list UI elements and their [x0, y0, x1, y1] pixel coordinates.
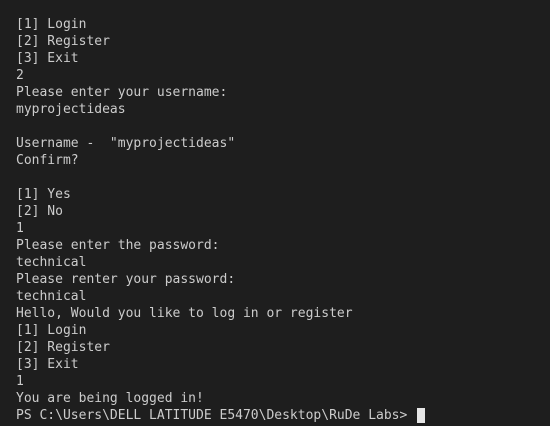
menu-option-login: [1] Login: [16, 17, 87, 32]
menu-option-register: [2] Register: [16, 340, 110, 355]
password-reenter-prompt: Please renter your password:: [16, 272, 236, 287]
shell-prompt-line[interactable]: PS C:\Users\DELL LATITUDE E5470\Desktop\…: [16, 407, 550, 424]
password-prompt: Please enter the password:: [16, 238, 220, 253]
user-input-choice: 1: [16, 221, 24, 236]
user-input-choice: 2: [16, 68, 24, 83]
username-input: myprojectideas: [16, 102, 126, 117]
text-cursor: [417, 408, 426, 423]
confirm-prompt: Confirm?: [16, 153, 79, 168]
terminal-panel[interactable]: [1] Login [2] Register [3] Exit 2 Please…: [0, 0, 550, 426]
user-input-choice: 1: [16, 374, 24, 389]
password-input: technical: [16, 255, 87, 270]
menu-option-exit: [3] Exit: [16, 51, 79, 66]
username-summary: Username - "myprojectideas": [16, 136, 236, 151]
menu-option-yes: [1] Yes: [16, 187, 71, 202]
menu-option-login: [1] Login: [16, 323, 87, 338]
menu-option-exit: [3] Exit: [16, 357, 79, 372]
login-status-message: You are being logged in!: [16, 391, 204, 406]
shell-prompt: PS C:\Users\DELL LATITUDE E5470\Desktop\…: [16, 408, 416, 423]
menu-option-register: [2] Register: [16, 34, 110, 49]
password-reenter-input: technical: [16, 289, 87, 304]
greeting-message: Hello, Would you like to log in or regis…: [16, 306, 353, 321]
username-prompt: Please enter your username:: [16, 85, 228, 100]
menu-option-no: [2] No: [16, 204, 63, 219]
